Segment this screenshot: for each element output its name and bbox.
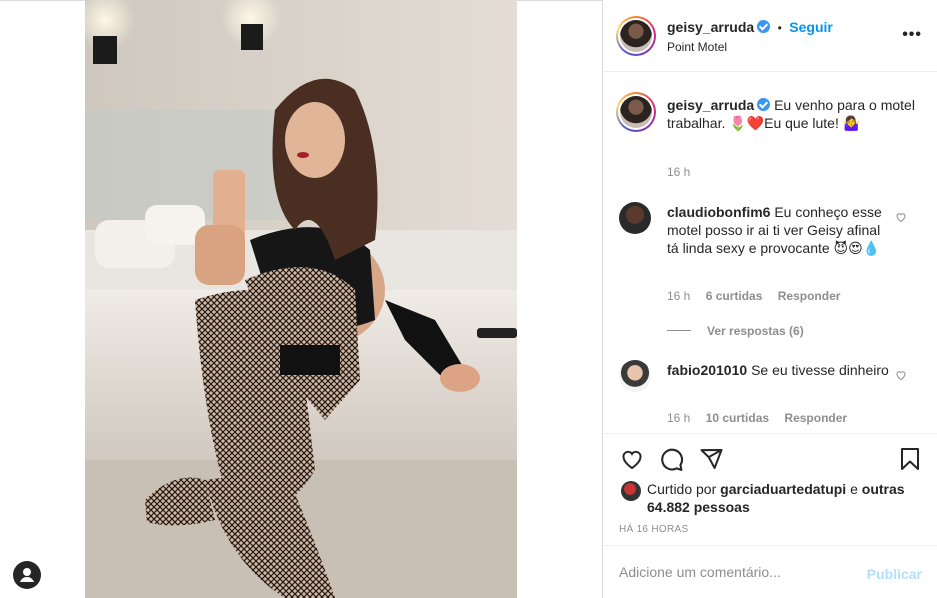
like-comment-icon[interactable] — [895, 369, 907, 381]
comment-body: fabio201010 Se eu tivesse dinheiro — [667, 361, 893, 379]
reply-button[interactable]: Responder — [778, 289, 841, 303]
likes-summary: Curtido por garciaduartedatupi e outras … — [647, 480, 927, 516]
caption-time[interactable]: 16 h — [667, 165, 690, 179]
user-icon — [20, 568, 34, 582]
comment-username[interactable]: claudiobonfim6 — [667, 204, 770, 220]
commenter-avatar[interactable] — [619, 360, 651, 392]
comment-meta: 16 h 6 curtidas Responder — [667, 289, 840, 303]
caption-username[interactable]: geisy_arruda — [667, 97, 754, 113]
author-avatar[interactable] — [616, 16, 656, 56]
comment-body: claudiobonfim6 Eu conheço esse motel pos… — [667, 203, 893, 257]
location-link[interactable]: Point Motel — [667, 40, 727, 54]
liker-username[interactable]: garciaduartedatupi — [720, 481, 846, 497]
comment-icon[interactable] — [659, 447, 684, 472]
more-options-button[interactable]: ••• — [902, 26, 922, 44]
comment-likes[interactable]: 6 curtidas — [706, 289, 763, 303]
caption-avatar[interactable] — [616, 92, 656, 132]
likes-prefix: Curtido por — [647, 481, 717, 497]
verified-icon — [757, 20, 771, 33]
commenter-avatar[interactable] — [619, 202, 651, 234]
caption: geisy_arruda Eu venho para o motel traba… — [667, 96, 922, 132]
like-icon[interactable] — [619, 447, 645, 471]
publish-button[interactable]: Publicar — [867, 566, 922, 582]
likes-suffix: e — [850, 481, 858, 497]
share-icon[interactable] — [699, 447, 724, 471]
add-comment-bar: Publicar — [603, 545, 937, 598]
header-line: geisy_arruda • Seguir — [667, 19, 833, 37]
liker-avatar[interactable] — [621, 481, 641, 501]
post-header: geisy_arruda • Seguir Point Motel ••• — [603, 0, 937, 72]
comment-time[interactable]: 16 h — [667, 289, 690, 303]
reply-button[interactable]: Responder — [784, 411, 847, 425]
follow-button[interactable]: Seguir — [789, 19, 833, 35]
post-actions: Curtido por garciaduartedatupi e outras … — [603, 433, 937, 545]
replies-divider — [667, 330, 691, 332]
verified-icon — [757, 98, 771, 111]
comment-meta: 16 h 10 curtidas Responder — [667, 411, 847, 425]
author-username[interactable]: geisy_arruda — [667, 19, 754, 35]
view-replies-label[interactable]: Ver respostas (6) — [707, 324, 804, 338]
separator-dot: • — [777, 21, 782, 35]
profile-button[interactable] — [13, 561, 41, 589]
comment-time[interactable]: 16 h — [667, 411, 690, 425]
like-comment-icon[interactable] — [895, 211, 907, 223]
comment-username[interactable]: fabio201010 — [667, 362, 747, 378]
comment-text: Se eu tivesse dinheiro — [751, 362, 889, 378]
comment-input[interactable] — [619, 564, 859, 580]
photo-illustration — [85, 0, 517, 598]
post-photo[interactable] — [85, 0, 517, 598]
comment-likes[interactable]: 10 curtidas — [706, 411, 769, 425]
post-side-panel: geisy_arruda • Seguir Point Motel ••• ge… — [602, 0, 937, 598]
post-time[interactable]: HÁ 16 HORAS — [619, 524, 688, 535]
instagram-post-modal: geisy_arruda • Seguir Point Motel ••• ge… — [0, 0, 937, 598]
view-replies[interactable]: Ver respostas (6) — [667, 322, 804, 340]
save-icon[interactable] — [898, 446, 922, 472]
